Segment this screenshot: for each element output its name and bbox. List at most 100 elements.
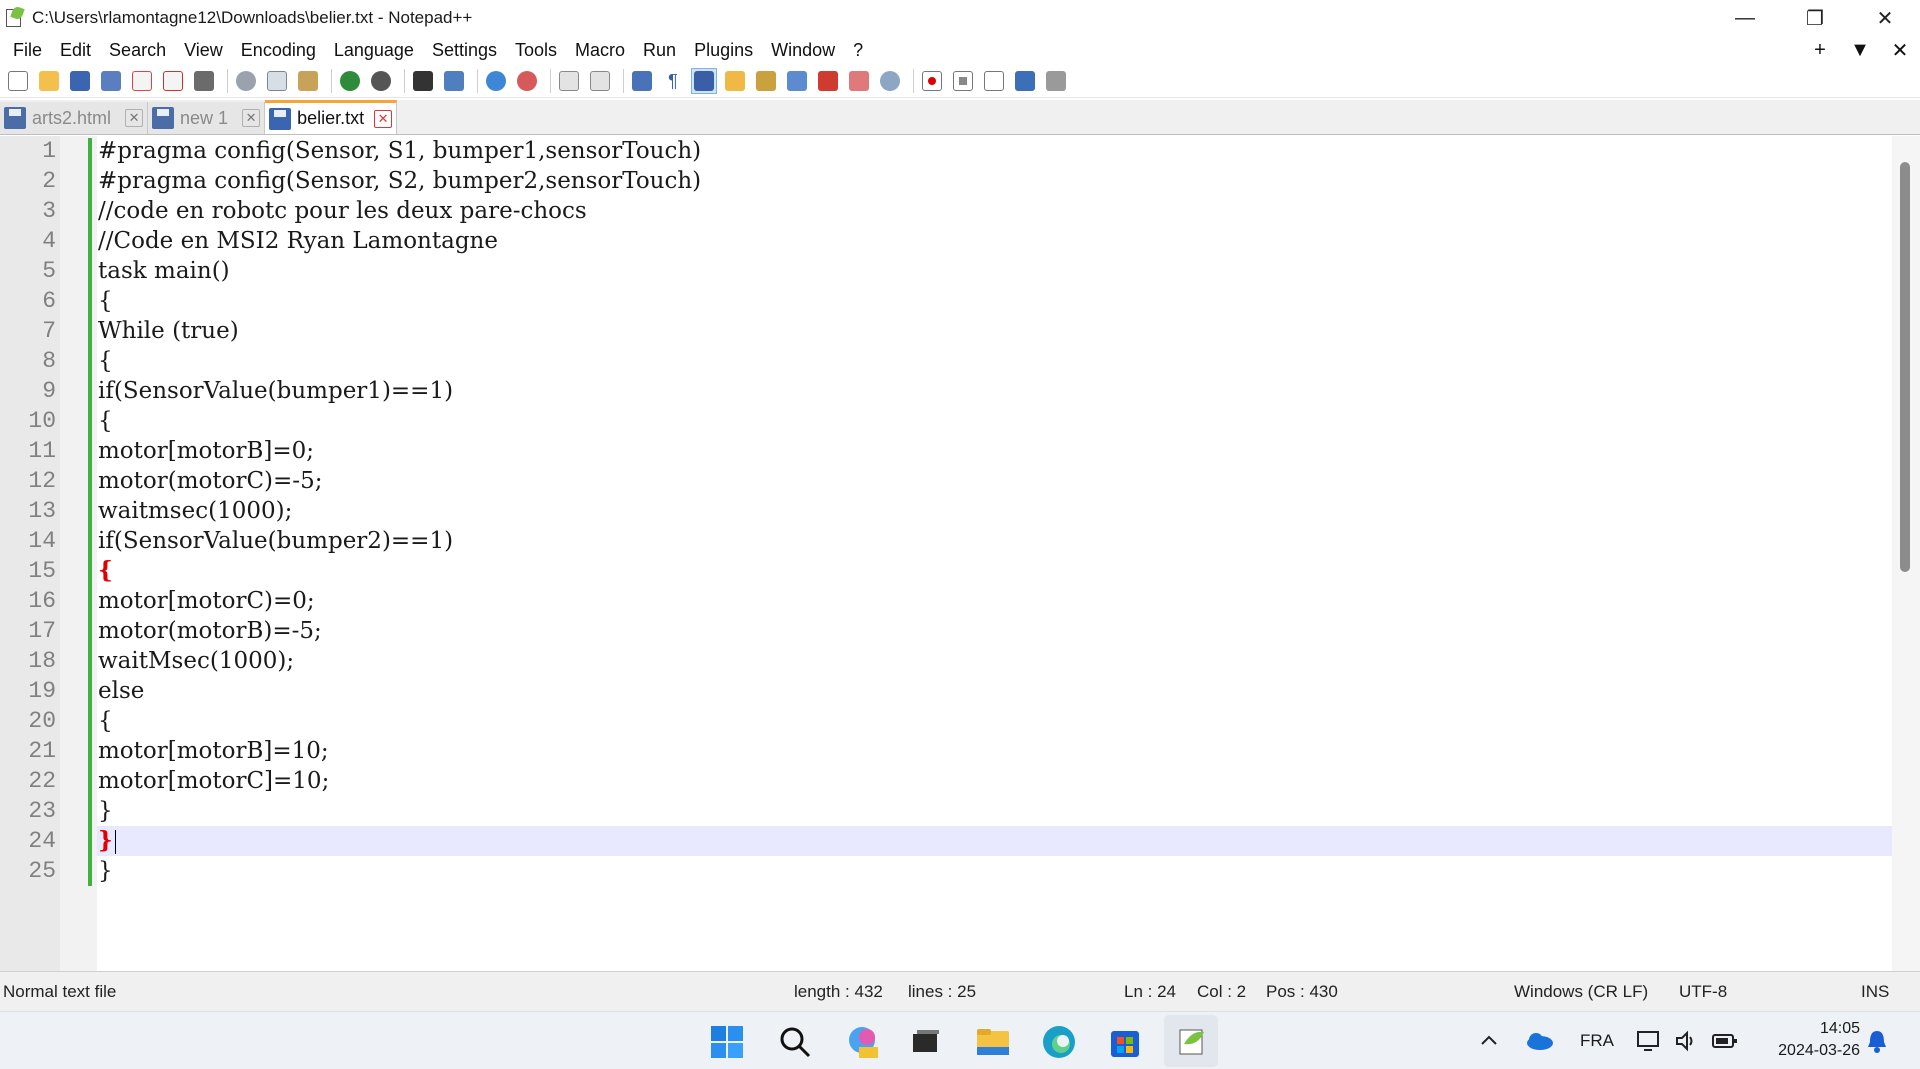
record-macro-icon[interactable] — [919, 68, 945, 94]
doc-map-icon[interactable] — [753, 68, 779, 94]
close-icon[interactable] — [129, 68, 155, 94]
menu-plugins[interactable]: Plugins — [685, 36, 762, 64]
copy-icon[interactable] — [264, 68, 290, 94]
play-macro-icon[interactable] — [981, 68, 1007, 94]
undo-icon[interactable] — [337, 68, 363, 94]
maximize-button[interactable]: ❐ — [1780, 0, 1850, 36]
menu-view[interactable]: View — [175, 36, 232, 64]
code-line[interactable]: { — [97, 706, 1892, 736]
minimize-button[interactable]: — — [1710, 0, 1780, 36]
replace-icon[interactable] — [441, 68, 467, 94]
clock[interactable]: 14:05 2024-03-26 — [1778, 1018, 1860, 1062]
code-line[interactable]: motor[motorC]=10; — [97, 766, 1892, 796]
code-line[interactable]: motor(motorB)=-5; — [97, 616, 1892, 646]
menu-language[interactable]: Language — [325, 36, 423, 64]
save-macro-icon[interactable] — [1043, 68, 1069, 94]
code-line[interactable]: if(SensorValue(bumper1)==1) — [97, 376, 1892, 406]
code-line[interactable]: motor(motorC)=-5; — [97, 466, 1892, 496]
close-tab-icon[interactable]: ✕ — [242, 109, 261, 127]
menu-window[interactable]: Window — [762, 36, 844, 64]
menu-help[interactable]: ? — [844, 36, 872, 64]
open-file-icon[interactable] — [36, 68, 62, 94]
status-eol-format[interactable]: Windows (CR LF) — [1514, 972, 1648, 1012]
tab-belier-txt[interactable]: belier.txt ✕ — [265, 100, 398, 134]
input-language[interactable]: FRA — [1580, 1012, 1614, 1069]
close-tab-icon[interactable]: ✕ — [125, 109, 144, 127]
tray-overflow-chevron[interactable] — [1478, 1012, 1500, 1069]
scrollbar-thumb[interactable] — [1900, 162, 1910, 572]
run-macro-multiple-icon[interactable] — [1012, 68, 1038, 94]
file-explorer-icon[interactable] — [974, 1024, 1012, 1060]
code-line[interactable]: task main() — [97, 256, 1892, 286]
code-line[interactable]: #pragma config(Sensor, S1, bumper1,senso… — [97, 136, 1892, 166]
tab-arts2-html[interactable]: arts2.html ✕ — [0, 102, 149, 134]
new-tab-button[interactable]: + — [1800, 39, 1840, 62]
code-line[interactable]: #pragma config(Sensor, S2, bumper2,senso… — [97, 166, 1892, 196]
print-icon[interactable] — [191, 68, 217, 94]
code-line[interactable]: } — [97, 856, 1892, 886]
code-line[interactable]: motor[motorB]=0; — [97, 436, 1892, 466]
battery-icon[interactable] — [1712, 1012, 1738, 1069]
sync-horizontal-icon[interactable] — [587, 68, 613, 94]
close-all-icon[interactable] — [160, 68, 186, 94]
stop-macro-icon[interactable] — [950, 68, 976, 94]
find-icon[interactable] — [410, 68, 436, 94]
zoom-in-icon[interactable] — [483, 68, 509, 94]
udl-icon[interactable] — [722, 68, 748, 94]
code-line[interactable]: waitMsec(1000); — [97, 646, 1892, 676]
network-icon[interactable] — [1636, 1012, 1662, 1069]
zoom-out-icon[interactable] — [514, 68, 540, 94]
menu-macro[interactable]: Macro — [566, 36, 634, 64]
code-line[interactable]: While (true) — [97, 316, 1892, 346]
paste-icon[interactable] — [295, 68, 321, 94]
volume-icon[interactable] — [1674, 1012, 1698, 1069]
menu-encoding[interactable]: Encoding — [232, 36, 325, 64]
indent-guide-icon[interactable] — [691, 67, 717, 94]
code-line[interactable]: //Code en MSI2 Ryan Lamontagne — [97, 226, 1892, 256]
menu-file[interactable]: File — [4, 36, 51, 64]
close-window-button[interactable]: ✕ — [1850, 0, 1920, 36]
store-icon[interactable] — [1106, 1024, 1144, 1060]
code-line[interactable]: motor[motorC)=0; — [97, 586, 1892, 616]
code-line[interactable]: } — [97, 796, 1892, 826]
show-all-chars-icon[interactable]: ¶ — [660, 68, 686, 94]
vertical-scrollbar[interactable] — [1892, 136, 1920, 971]
windows-start-icon[interactable] — [708, 1024, 746, 1060]
copilot-icon[interactable] — [843, 1024, 881, 1060]
editor-pane[interactable]: 1 2 3 4 5 6 7 8 9 10 11 12 13 14 15 16 17 18 19 20 21 22 23 24 2… — [0, 136, 1920, 971]
menu-edit[interactable]: Edit — [51, 36, 100, 64]
notepadpp-app-icon[interactable] — [4, 5, 25, 29]
code-line[interactable]: else — [97, 676, 1892, 706]
task-view-icon[interactable] — [906, 1024, 944, 1060]
tab-list-button[interactable]: ▼ — [1840, 39, 1880, 62]
tab-new-1[interactable]: new 1 ✕ — [148, 102, 266, 134]
close-tab-icon[interactable]: ✕ — [374, 109, 393, 128]
doc-list-icon[interactable] — [784, 68, 810, 94]
code-line[interactable]: if(SensorValue(bumper2)==1) — [97, 526, 1892, 556]
code-line[interactable]: { — [97, 556, 1892, 586]
redo-icon[interactable] — [368, 68, 394, 94]
search-icon[interactable] — [776, 1024, 814, 1060]
save-all-icon[interactable] — [98, 68, 124, 94]
word-wrap-icon[interactable] — [629, 68, 655, 94]
code-line[interactable]: motor[motorB]=10; — [97, 736, 1892, 766]
folder-workspace-icon[interactable] — [846, 68, 872, 94]
function-list-icon[interactable] — [815, 68, 841, 94]
code-line[interactable]: { — [97, 346, 1892, 376]
code-line[interactable]: //code en robotc pour les deux pare-choc… — [97, 196, 1892, 226]
code-text-area[interactable]: #pragma config(Sensor, S1, bumper1,senso… — [97, 136, 1892, 886]
code-line[interactable]: } — [97, 826, 1892, 856]
status-encoding[interactable]: UTF-8 — [1679, 972, 1727, 1012]
menu-search[interactable]: Search — [100, 36, 175, 64]
code-line[interactable]: { — [97, 286, 1892, 316]
sync-vertical-icon[interactable] — [556, 68, 582, 94]
menu-tools[interactable]: Tools — [506, 36, 566, 64]
cut-icon[interactable] — [233, 68, 259, 94]
code-line[interactable]: waitmsec(1000); — [97, 496, 1892, 526]
close-doc-button[interactable]: ✕ — [1880, 38, 1920, 63]
monitoring-icon[interactable] — [877, 68, 903, 94]
status-insert-mode[interactable]: INS — [1861, 972, 1889, 1012]
onedrive-icon[interactable] — [1524, 1012, 1554, 1069]
menu-settings[interactable]: Settings — [423, 36, 506, 64]
notification-bell-icon[interactable] — [1865, 1012, 1889, 1069]
